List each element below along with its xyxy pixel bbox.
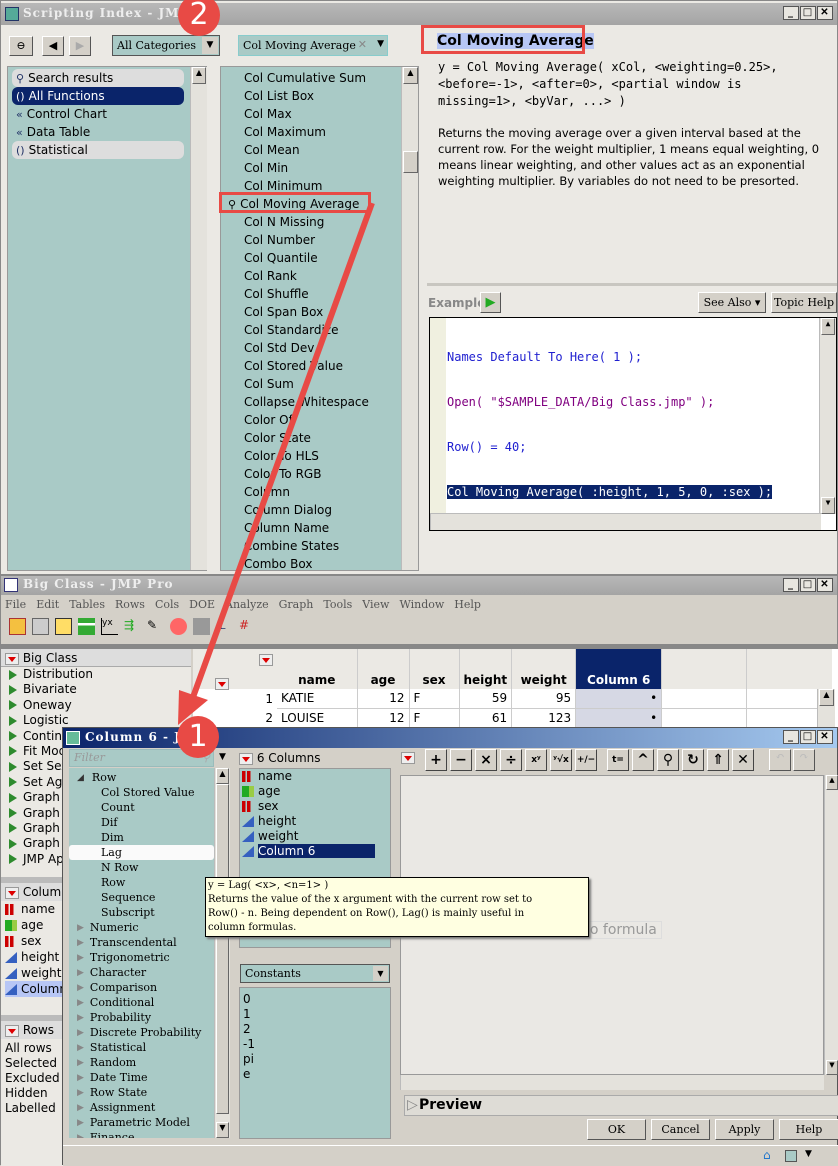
- highlight-box-function: [219, 192, 371, 213]
- annotation-arrow: [178, 201, 375, 725]
- highlight-box-heading: [421, 25, 585, 54]
- step-1-badge: 1: [177, 716, 219, 758]
